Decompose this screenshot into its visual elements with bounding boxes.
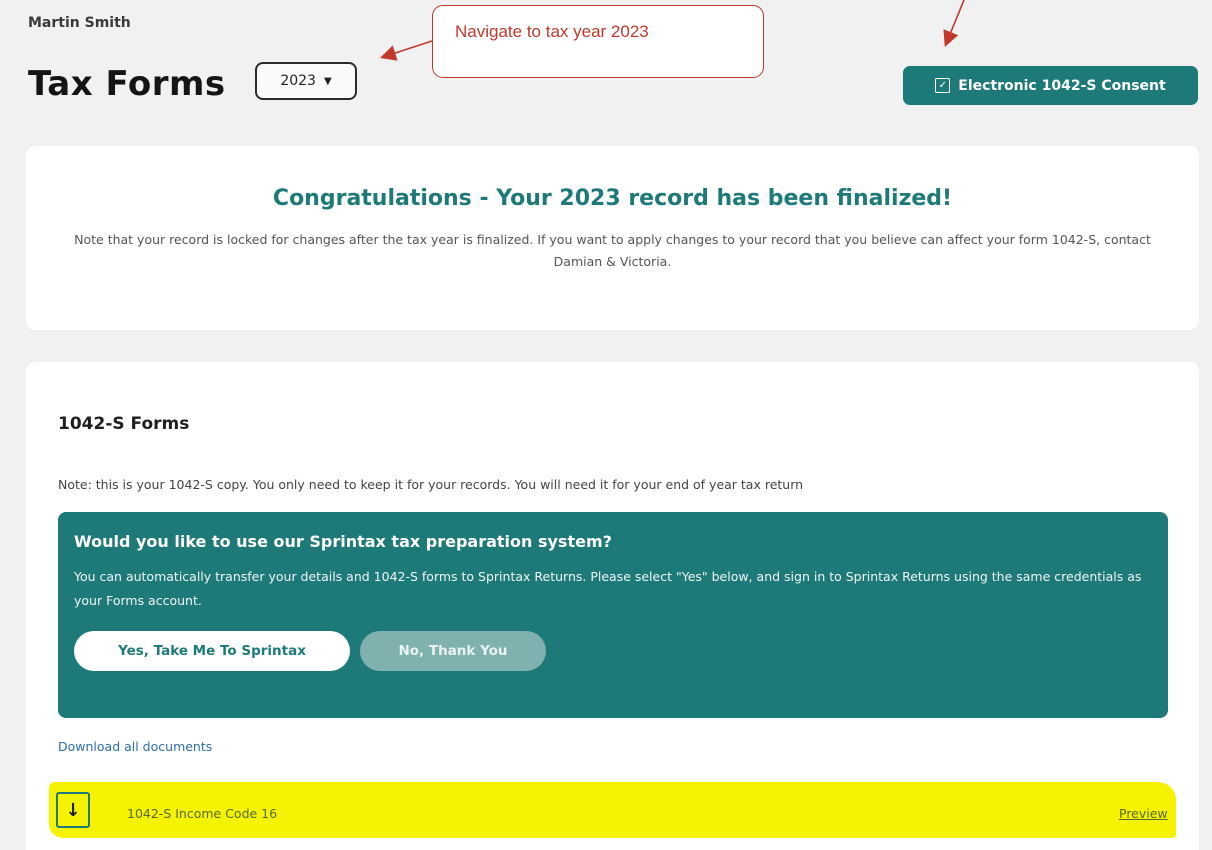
forms-note: Note: this is your 1042-S copy. You only… <box>58 477 804 492</box>
promo-title: Would you like to use our Sprintax tax p… <box>74 532 612 551</box>
annotation-arrow-consent <box>943 0 965 47</box>
promo-body: You can automatically transfer your deta… <box>74 569 1142 608</box>
page-title: Tax Forms <box>28 64 226 104</box>
annotation-callout: Navigate to tax year 2023 <box>432 5 764 78</box>
forms-title: 1042-S Forms <box>58 414 190 434</box>
congrats-title: Congratulations - Your 2023 record has b… <box>272 186 953 211</box>
year-select-value: 2023 <box>280 73 316 89</box>
year-select[interactable]: 2023 ▼ <box>255 62 357 100</box>
congrats-card: Congratulations - Your 2023 record has b… <box>26 146 1199 330</box>
download-document-icon[interactable]: ↓ <box>56 792 90 828</box>
chevron-down-icon: ▼ <box>323 75 332 87</box>
download-all-link[interactable]: Download all documents <box>58 739 212 754</box>
annotation-arrow-year <box>379 40 433 61</box>
annotation-callout-text: Navigate to tax year 2023 <box>455 22 649 41</box>
congrats-note: Note that your record is locked for chan… <box>74 232 1151 269</box>
preview-link[interactable]: Preview <box>1119 806 1168 821</box>
yes-sprintax-button[interactable]: Yes, Take Me To Sprintax <box>74 631 350 671</box>
sprintax-promo: Would you like to use our Sprintax tax p… <box>58 512 1168 718</box>
electronic-consent-label: Electronic 1042-S Consent <box>958 77 1166 94</box>
no-thanks-button[interactable]: No, Thank You <box>360 631 546 671</box>
electronic-consent-button[interactable]: ✓ Electronic 1042-S Consent <box>903 66 1198 105</box>
checkbox-icon: ✓ <box>935 78 951 93</box>
document-name: 1042-S Income Code 16 <box>127 806 278 821</box>
forms-card: 1042-S Forms Note: this is your 1042-S c… <box>26 362 1199 850</box>
promo-buttons: Yes, Take Me To Sprintax No, Thank You <box>74 631 1152 671</box>
user-name: Martin Smith <box>28 15 131 31</box>
